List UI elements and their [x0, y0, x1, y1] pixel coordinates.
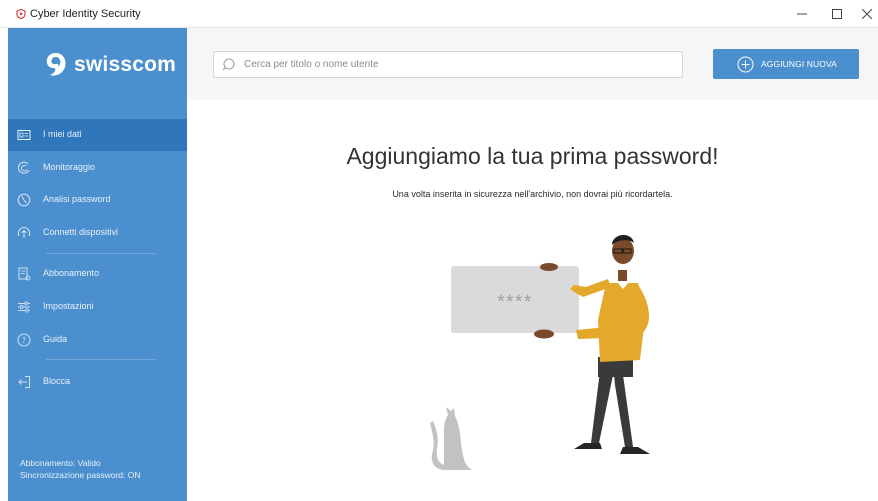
id-card-icon — [17, 130, 31, 140]
app-window: Cyber Identity Security swisscom I miei … — [0, 0, 878, 501]
sidebar-item-label: Blocca — [43, 376, 71, 386]
settings-sliders-icon — [18, 301, 30, 313]
page-subtitle: Una volta inserita in sicurezza nell'arc… — [392, 189, 673, 199]
sidebar-item-password-analysis[interactable]: Analisi password — [8, 184, 187, 216]
sidebar-item-settings[interactable]: Impostazioni — [8, 291, 187, 323]
sync-status: Abbonamento: Valido Sincronizzazione pas… — [20, 457, 140, 481]
lock-exit-icon — [18, 376, 30, 388]
title-bar: Cyber Identity Security — [0, 0, 878, 28]
maximize-button[interactable] — [822, 4, 852, 24]
top-bar: AGGIUNGI NUOVA — [187, 28, 878, 100]
maximize-icon — [832, 9, 842, 19]
add-new-button-label: AGGIUNGI NUOVA — [761, 59, 837, 69]
add-new-button[interactable]: AGGIUNGI NUOVA — [713, 49, 859, 79]
plus-circle-icon — [737, 56, 754, 72]
sidebar: swisscom I miei dati Monitoraggio Analis… — [8, 28, 187, 501]
sidebar-item-label: Monitoraggio — [43, 162, 96, 172]
sidebar-item-label: Analisi password — [43, 194, 111, 204]
sidebar-item-label: Abbonamento — [43, 268, 100, 278]
sidebar-item-monitoring[interactable]: Monitoraggio — [8, 152, 187, 184]
subscription-status: Abbonamento: Valido — [20, 458, 101, 468]
logo-text: swisscom — [74, 53, 176, 76]
devices-icon — [17, 227, 31, 238]
password-sync-status: Sincronizzazione password: ON — [20, 470, 141, 480]
gauge-icon — [17, 193, 31, 207]
sidebar-item-subscription[interactable]: Abbonamento — [8, 258, 187, 290]
window-title: Cyber Identity Security — [30, 8, 141, 20]
sidebar-item-connect-devices[interactable]: Connetti dispositivi — [8, 217, 187, 249]
empty-state-illustration: **** — [430, 234, 650, 470]
help-icon: ? — [17, 333, 31, 347]
search-input[interactable] — [244, 52, 674, 77]
sidebar-item-label: I miei dati — [43, 129, 82, 139]
app-shield-icon — [16, 9, 26, 19]
sidebar-divider — [46, 359, 156, 360]
sidebar-item-my-data[interactable]: I miei dati — [8, 119, 187, 151]
page-title: Aggiungiamo la tua prima password! — [346, 143, 719, 169]
monitor-icon — [17, 161, 30, 174]
subscription-icon — [18, 267, 31, 281]
minimize-icon — [797, 13, 807, 15]
sidebar-item-help[interactable]: ? Guida — [8, 324, 187, 356]
sidebar-item-label: Guida — [43, 334, 68, 344]
close-button[interactable] — [852, 4, 878, 24]
sidebar-item-label: Impostazioni — [43, 301, 94, 311]
sidebar-item-label: Connetti dispositivi — [43, 227, 119, 237]
close-icon — [862, 9, 872, 19]
password-mask-text: **** — [497, 292, 533, 313]
swisscom-logo: swisscom — [44, 50, 176, 80]
search-icon — [222, 58, 235, 71]
sidebar-item-lock[interactable]: Blocca — [8, 366, 187, 398]
swisscom-logo-icon — [46, 53, 66, 76]
search-box[interactable] — [213, 51, 683, 78]
minimize-button[interactable] — [787, 4, 817, 24]
sidebar-divider — [46, 253, 156, 254]
svg-text:?: ? — [22, 336, 26, 345]
